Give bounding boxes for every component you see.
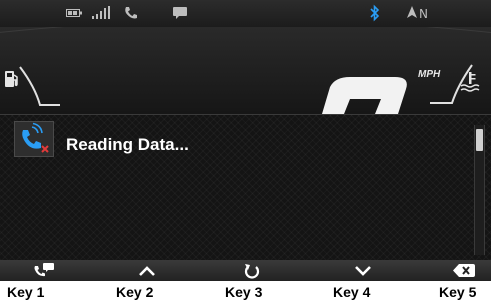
compass-arrow-icon — [407, 6, 417, 24]
compass-heading: N — [419, 7, 429, 21]
gauge-cluster: MPH — [0, 27, 491, 114]
status-message: Reading Data... — [66, 135, 189, 154]
scrollbar[interactable] — [474, 125, 485, 255]
softkey-bar — [0, 260, 491, 281]
phone-icon — [124, 6, 138, 25]
device-screen: N MPH Reading Data... — [0, 0, 491, 281]
phone-message-icon — [34, 263, 54, 277]
scrollbar-thumb[interactable] — [476, 129, 483, 151]
message-panel: Reading Data... — [0, 114, 491, 261]
softkey-5[interactable] — [435, 260, 489, 281]
refresh-icon — [244, 264, 260, 279]
softkey-2[interactable] — [120, 260, 174, 281]
chevron-down-icon — [355, 266, 371, 276]
chevron-up-icon — [139, 266, 155, 276]
battery-icon — [66, 6, 82, 25]
signal-bars-icon — [92, 6, 110, 25]
softkey-3[interactable] — [225, 260, 279, 281]
key-label-2: Key 2 — [116, 284, 154, 300]
softkey-4[interactable] — [336, 260, 390, 281]
message-icon — [172, 6, 188, 25]
key-label-3: Key 3 — [225, 284, 263, 300]
bluetooth-icon — [369, 4, 381, 27]
key-label-1: Key 1 — [7, 284, 45, 300]
softkey-1[interactable] — [16, 260, 70, 281]
key-label-4: Key 4 — [333, 284, 371, 300]
phone-missed-icon — [14, 121, 54, 157]
status-bar: N — [0, 0, 491, 27]
speed-unit: MPH — [418, 69, 441, 80]
key-label-5: Key 5 — [439, 284, 477, 300]
backspace-icon — [453, 264, 475, 277]
